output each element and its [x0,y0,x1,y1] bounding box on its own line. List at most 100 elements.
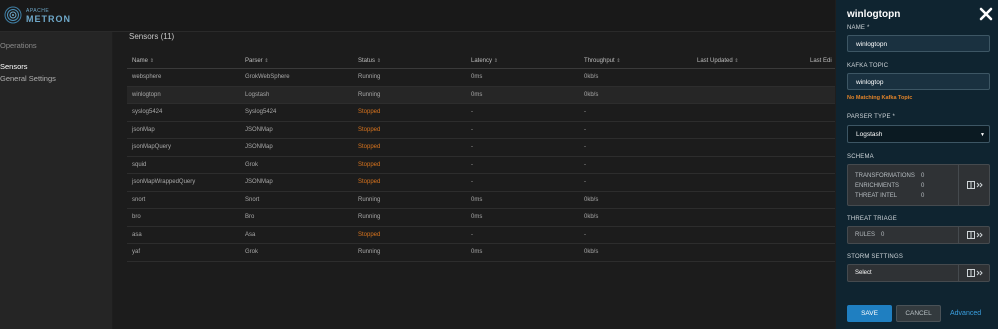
cell-status: Running [353,68,466,87]
cell-last-updated [692,138,805,157]
sensor-edit-panel: winlogtopn NAME * winlogtopn KAFKA TOPIC… [836,0,998,329]
sensors-main: Sensors (11) Name ⇕ Parser ⇕ Status ⇕ La… [113,32,835,329]
threat-triage-box[interactable]: RULES 0 [847,226,990,244]
cell-last-edited [805,121,835,139]
cell-last-edited [805,156,835,174]
cell-throughput: - [579,226,692,244]
metron-logo[interactable]: APACHE METRON [4,5,74,27]
panel-expand-icon [967,269,983,277]
cell-last-edited [805,191,835,209]
cell-latency: - [466,156,579,174]
page-title: Sensors (11) [129,32,175,41]
close-icon[interactable] [979,7,993,21]
table-row[interactable]: syslog5424 Syslog5424 Stopped - - [127,103,835,122]
cell-name: jsonMapWrappedQuery [127,173,240,192]
schema-transformations-key: TRANSFORMATIONS [855,173,915,179]
column-header-name[interactable]: Name ⇕ [127,54,240,69]
cell-latency: - [466,103,579,122]
cell-throughput: 0kb/s [579,191,692,209]
rules-key: RULES [855,232,876,238]
cell-name: yaf [127,243,240,262]
table-row[interactable]: yaf Grok Running 0ms 0kb/s [127,243,835,262]
cell-status: Running [353,208,466,227]
cancel-button[interactable]: CANCEL [896,305,941,322]
cell-last-updated [692,208,805,227]
cell-status: Running [353,191,466,209]
sort-icon: ⇕ [616,58,621,64]
column-header-latency[interactable]: Latency ⇕ [466,54,579,69]
cell-last-updated [692,191,805,209]
table-row[interactable]: squid Grok Stopped - - [127,156,835,174]
advanced-link[interactable]: Advanced [950,310,981,317]
kafka-topic-warning: No Matching Kafka Topic [847,95,913,101]
cell-name: bro [127,208,240,227]
caret-down-icon: ▼ [980,132,985,138]
column-header-throughput[interactable]: Throughput ⇕ [579,54,692,69]
kafka-topic-field[interactable]: winlogtop [847,73,990,90]
nav-sensors[interactable]: Sensors [0,62,28,71]
cell-status: Stopped [353,173,466,192]
cell-status: Stopped [353,156,466,174]
cell-parser: Logstash [240,86,353,104]
nav-general-settings[interactable]: General Settings [0,74,56,83]
table-row[interactable]: bro Bro Running 0ms 0kb/s [127,208,835,227]
top-bar: APACHE METRON [0,0,835,32]
table-row[interactable]: jsonMapQuery JSONMap Stopped - - [127,138,835,157]
table-row[interactable]: winlogtopn Logstash Running 0ms 0kb/s [127,86,835,104]
name-field[interactable]: winlogtopn [847,35,990,52]
parser-type-select[interactable]: Logstash ▼ [847,125,990,143]
parser-type-label: PARSER TYPE * [847,114,896,120]
cell-status: Stopped [353,121,466,139]
threat-triage-expand-button[interactable] [958,227,989,243]
cell-latency: 0ms [466,243,579,262]
cell-last-updated [692,121,805,139]
cell-throughput: - [579,103,692,122]
column-header-parser[interactable]: Parser ⇕ [240,54,353,69]
sort-icon: ⇕ [376,58,381,64]
cell-parser: JSONMap [240,121,353,139]
schema-expand-button[interactable] [958,165,989,205]
cell-throughput: 0kb/s [579,243,692,262]
panel-title: winlogtopn [847,9,901,20]
column-header-status[interactable]: Status ⇕ [353,54,466,69]
column-header-last-updated[interactable]: Last Updated ⇕ [692,54,805,69]
cell-throughput: - [579,138,692,157]
cell-status: Stopped [353,226,466,244]
cell-last-updated [692,173,805,192]
brand-name: METRON [26,14,71,24]
schema-enrichments-value: 0 [921,183,925,189]
schema-label: SCHEMA [847,154,874,160]
save-button[interactable]: SAVE [847,305,892,322]
schema-box[interactable]: TRANSFORMATIONS 0 ENRICHMENTS 0 THREAT I… [847,164,990,206]
sort-icon: ⇕ [493,58,498,64]
metron-logo-icon [4,6,22,24]
rules-value: 0 [881,232,885,238]
storm-settings-box[interactable]: Select [847,264,990,282]
cell-last-updated [692,68,805,87]
table-row[interactable]: jsonMapWrappedQuery JSONMap Stopped - - [127,173,835,192]
cell-last-updated [692,243,805,262]
cell-throughput: 0kb/s [579,68,692,87]
cell-status: Stopped [353,138,466,157]
storm-settings-expand-button[interactable] [958,265,989,281]
cell-throughput: - [579,173,692,192]
cell-name: squid [127,156,240,174]
cell-status: Running [353,86,466,104]
cell-last-edited [805,86,835,104]
name-label: NAME * [847,25,870,31]
cell-parser: Bro [240,208,353,227]
table-row[interactable]: jsonMap JSONMap Stopped - - [127,121,835,139]
table-header-row: Name ⇕ Parser ⇕ Status ⇕ Latency ⇕ Throu… [127,54,835,69]
cell-name: syslog5424 [127,103,240,122]
cell-parser: JSONMap [240,138,353,157]
cell-name: winlogtopn [127,86,240,104]
table-row[interactable]: asa Asa Stopped - - [127,226,835,244]
cell-latency: 0ms [466,208,579,227]
nav-operations[interactable]: Operations [0,41,37,50]
table-row[interactable]: snort Snort Running 0ms 0kb/s [127,191,835,209]
cell-throughput: 0kb/s [579,208,692,227]
column-header-last-edited[interactable]: Last Edi [805,54,835,69]
cell-last-edited [805,208,835,227]
table-row[interactable]: websphere GrokWebSphere Running 0ms 0kb/s [127,68,835,87]
cell-name: snort [127,191,240,209]
